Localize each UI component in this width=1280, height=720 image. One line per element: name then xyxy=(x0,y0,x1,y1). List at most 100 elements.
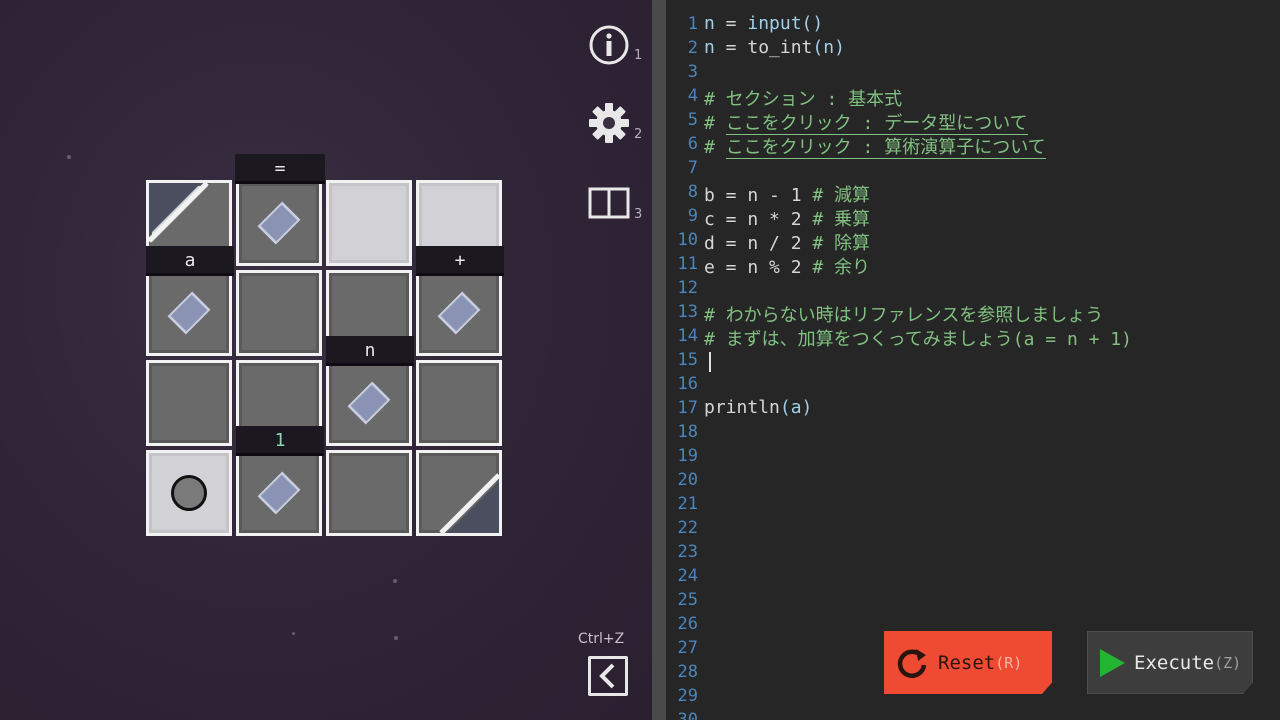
paren: ( xyxy=(812,37,824,58)
code: b = n - 1 xyxy=(704,185,813,206)
gear-icon[interactable] xyxy=(588,102,630,144)
game-area: = a + n 1 1 2 3 Ctrl+Z xyxy=(0,0,652,720)
line-number: 21 xyxy=(677,494,698,514)
execute-label: Execute xyxy=(1134,651,1215,674)
tile[interactable] xyxy=(236,180,322,266)
label-plus[interactable]: + xyxy=(416,246,504,276)
code-line-14[interactable]: # まずは、加算をつくってみましょう(a = n + 1) xyxy=(704,325,1132,351)
line-number: 28 xyxy=(677,662,698,682)
line-number: 1 xyxy=(687,14,698,34)
line-number: 8 xyxy=(687,182,698,202)
line-number: 10 xyxy=(677,230,698,250)
code: e = n % 2 xyxy=(704,257,813,278)
line-number: 14 xyxy=(677,326,698,346)
arg-a: a xyxy=(790,397,802,418)
tile[interactable] xyxy=(326,450,412,536)
editor-divider[interactable] xyxy=(652,0,666,720)
datatype-help-link[interactable]: ここをクリック : データ型について xyxy=(725,113,1028,135)
player-ball[interactable] xyxy=(171,475,207,511)
paren: ) xyxy=(801,397,813,418)
code-line-1[interactable]: n = input() xyxy=(704,13,823,34)
label-n[interactable]: n xyxy=(326,336,414,366)
reference-shortcut: 3 xyxy=(634,207,643,222)
code-line-6[interactable]: # ここをクリック : 算術演算子について xyxy=(704,133,1046,159)
label-a[interactable]: a xyxy=(146,246,234,276)
line-number: 19 xyxy=(677,446,698,466)
code-line-10[interactable]: d = n / 2 # 除算 xyxy=(704,229,870,255)
operator-help-link[interactable]: ここをクリック : 算術演算子について xyxy=(725,137,1046,159)
line-number: 27 xyxy=(677,638,698,658)
book-icon[interactable] xyxy=(588,186,630,228)
line-number: 12 xyxy=(677,278,698,298)
gem-icon xyxy=(257,201,301,245)
line-number: 15 xyxy=(677,350,698,370)
tile[interactable] xyxy=(416,270,502,356)
star xyxy=(394,636,398,640)
slope-shape xyxy=(439,473,499,533)
gem-icon xyxy=(347,381,391,425)
info-shortcut: 1 xyxy=(634,48,643,63)
tile[interactable] xyxy=(416,360,502,446)
comment: # 除算 xyxy=(812,233,871,254)
line-number: 5 xyxy=(687,110,698,130)
tile[interactable] xyxy=(236,450,322,536)
star xyxy=(393,579,397,583)
code-line-11[interactable]: e = n % 2 # 余り xyxy=(704,253,870,279)
op: = xyxy=(714,13,748,34)
code-line-13[interactable]: # わからない時はリファレンスを参照しましょう xyxy=(704,301,1103,327)
line-number: 13 xyxy=(677,302,698,322)
tile-start[interactable] xyxy=(146,450,232,536)
undo-button[interactable] xyxy=(588,656,628,696)
play-icon xyxy=(1098,648,1126,678)
line-number: 22 xyxy=(677,518,698,538)
comment-prefix: # xyxy=(704,113,726,134)
tile-slope[interactable] xyxy=(416,450,502,536)
star xyxy=(292,632,295,635)
label-equals[interactable]: = xyxy=(235,154,325,184)
paren: ( xyxy=(779,397,791,418)
code: c = n * 2 xyxy=(704,209,813,230)
undo-shortcut-hint: Ctrl+Z xyxy=(578,631,625,647)
reload-icon xyxy=(894,645,930,681)
code-line-9[interactable]: c = n * 2 # 乗算 xyxy=(704,205,870,231)
line-number: 9 xyxy=(687,206,698,226)
gem-icon xyxy=(257,471,301,515)
star xyxy=(67,155,71,159)
tile[interactable] xyxy=(236,270,322,356)
line-number: 30 xyxy=(677,710,698,720)
settings-shortcut: 2 xyxy=(634,127,643,142)
code-line-5[interactable]: # ここをクリック : データ型について xyxy=(704,109,1028,135)
code-editor[interactable]: 1 2 3 4 5 6 7 8 9 10 11 12 13 14 15 16 17 18 19 20 21 22 23 24 2… xyxy=(666,0,1280,720)
info-icon[interactable] xyxy=(588,24,630,66)
line-number: 23 xyxy=(677,542,698,562)
tile[interactable] xyxy=(146,360,232,446)
arg-n: n xyxy=(823,37,835,58)
reset-button[interactable]: Reset (R) xyxy=(884,631,1052,694)
code-line-4[interactable]: # セクション : 基本式 xyxy=(704,85,902,111)
comment: # 余り xyxy=(812,257,871,278)
gem-icon xyxy=(437,291,481,335)
label-one[interactable]: 1 xyxy=(236,426,324,456)
line-number: 4 xyxy=(687,86,698,106)
line-number: 3 xyxy=(687,62,698,82)
line-number: 11 xyxy=(677,254,698,274)
tile[interactable] xyxy=(326,180,412,266)
code-line-8[interactable]: b = n - 1 # 減算 xyxy=(704,181,870,207)
execute-button[interactable]: Execute (Z) xyxy=(1087,631,1253,694)
comment: # 乗算 xyxy=(812,209,871,230)
line-number: 7 xyxy=(687,158,698,178)
line-number: 26 xyxy=(677,614,698,634)
comment: # 減算 xyxy=(812,185,871,206)
code-line-2[interactable]: n = to_int(n) xyxy=(704,37,845,58)
reset-shortcut: (R) xyxy=(995,653,1023,672)
comment-prefix: # xyxy=(704,137,726,158)
tile[interactable] xyxy=(326,360,412,446)
line-number: 6 xyxy=(687,134,698,154)
paren: ) xyxy=(834,37,845,58)
tile[interactable] xyxy=(146,270,232,356)
code-line-17[interactable]: println(a) xyxy=(704,397,812,418)
var-n: n xyxy=(704,37,715,58)
fn-input: input() xyxy=(747,13,824,34)
line-number: 17 xyxy=(677,398,698,418)
text-caret xyxy=(709,352,711,372)
